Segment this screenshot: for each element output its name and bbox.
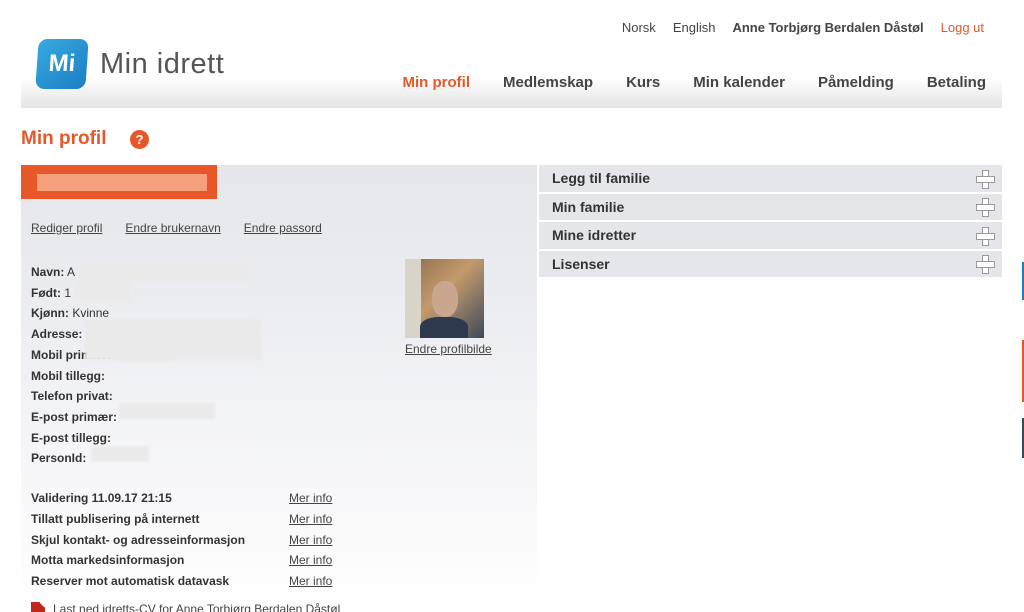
cv-download-link[interactable]: Last ned idretts-CV for Anne Torbjørg Be… <box>53 602 340 612</box>
utility-bar: Norsk English Anne Torbjørg Berdalen Dås… <box>622 20 984 35</box>
redacted-address <box>85 320 261 360</box>
settings-row-validering: Validering 11.09.17 21:15 Mer info <box>31 491 333 505</box>
nav-pamelding[interactable]: Påmelding <box>818 65 894 101</box>
field-mobil-tillegg: Mobil tillegg: <box>31 368 105 383</box>
profile-photo <box>405 259 484 338</box>
mer-info-link[interactable]: Mer info <box>289 491 332 505</box>
main-nav: Min profil Medlemskap Kurs Min kalender … <box>403 65 986 101</box>
settings-row-publisering: Tillatt publisering på internett Mer info <box>31 511 333 526</box>
cv-download[interactable]: Last ned idretts-CV for Anne Torbjørg Be… <box>31 602 340 612</box>
settings-row-datavask: Reserver mot automatisk datavask Mer info <box>31 574 333 589</box>
profile-links: Rediger profil Endre brukernavn Endre pa… <box>31 221 322 235</box>
field-epost-primar: E-post primær: <box>31 409 118 424</box>
redacted-mobile <box>117 343 173 361</box>
mer-info-link[interactable]: Mer info <box>289 574 332 588</box>
accordion-min-familie[interactable]: Min familie <box>539 193 1002 220</box>
lang-norsk-link[interactable]: Norsk <box>622 20 656 35</box>
pdf-icon <box>31 602 45 612</box>
logo-mark-icon: Mi <box>35 39 89 89</box>
logo[interactable]: Mi Min idrett <box>35 39 225 89</box>
page-title: Min profil <box>21 128 107 149</box>
change-username-link[interactable]: Endre brukernavn <box>125 221 220 235</box>
nav-kurs[interactable]: Kurs <box>626 65 660 101</box>
accordion-legg-til-familie[interactable]: Legg til familie <box>539 165 1002 192</box>
lang-english-link[interactable]: English <box>673 20 716 35</box>
plus-icon[interactable] <box>976 169 995 189</box>
help-icon[interactable]: ? <box>130 130 149 149</box>
redacted-birthdate <box>74 282 130 300</box>
accordion-lisenser[interactable]: Lisenser <box>539 250 1002 277</box>
nav-medlemskap[interactable]: Medlemskap <box>503 65 593 101</box>
plus-icon[interactable] <box>976 226 995 246</box>
change-password-link[interactable]: Endre passord <box>244 221 322 235</box>
settings-list: Validering 11.09.17 21:15 Mer info Tillat… <box>31 491 341 595</box>
accordion: Legg til familie Min familie Mine idrett… <box>539 165 1002 279</box>
user-name: Anne Torbjørg Berdalen Dåstøl <box>732 20 924 35</box>
nav-betaling[interactable]: Betaling <box>927 65 986 101</box>
settings-row-markedsinfo: Motta markedsinformasjon Mer info <box>31 553 333 568</box>
plus-icon[interactable] <box>976 255 995 275</box>
profile-name-tab <box>21 165 217 199</box>
redacted-email <box>119 403 215 419</box>
logo-text: Min idrett <box>100 47 225 80</box>
edit-profile-link[interactable]: Rediger profil <box>31 221 102 235</box>
redacted-personid <box>91 446 149 462</box>
settings-row-skjul-kontakt: Skjul kontakt- og adresseinformasjon Mer … <box>31 532 333 547</box>
redacted-name-value <box>79 262 247 281</box>
plus-icon[interactable] <box>976 198 995 218</box>
accordion-mine-idretter[interactable]: Mine idretter <box>539 222 1002 249</box>
nav-min-profil[interactable]: Min profil <box>403 65 471 101</box>
mer-info-link[interactable]: Mer info <box>289 553 332 567</box>
redacted-name <box>37 174 207 191</box>
profile-panel: Rediger profil Endre brukernavn Endre pa… <box>21 165 537 612</box>
nav-min-kalender[interactable]: Min kalender <box>693 65 785 101</box>
field-telefon-privat: Telefon privat: <box>31 389 113 404</box>
logout-link[interactable]: Logg ut <box>941 20 984 35</box>
mer-info-link[interactable]: Mer info <box>289 512 332 526</box>
mer-info-link[interactable]: Mer info <box>289 533 332 547</box>
change-profile-photo-link[interactable]: Endre profilbilde <box>405 342 492 356</box>
